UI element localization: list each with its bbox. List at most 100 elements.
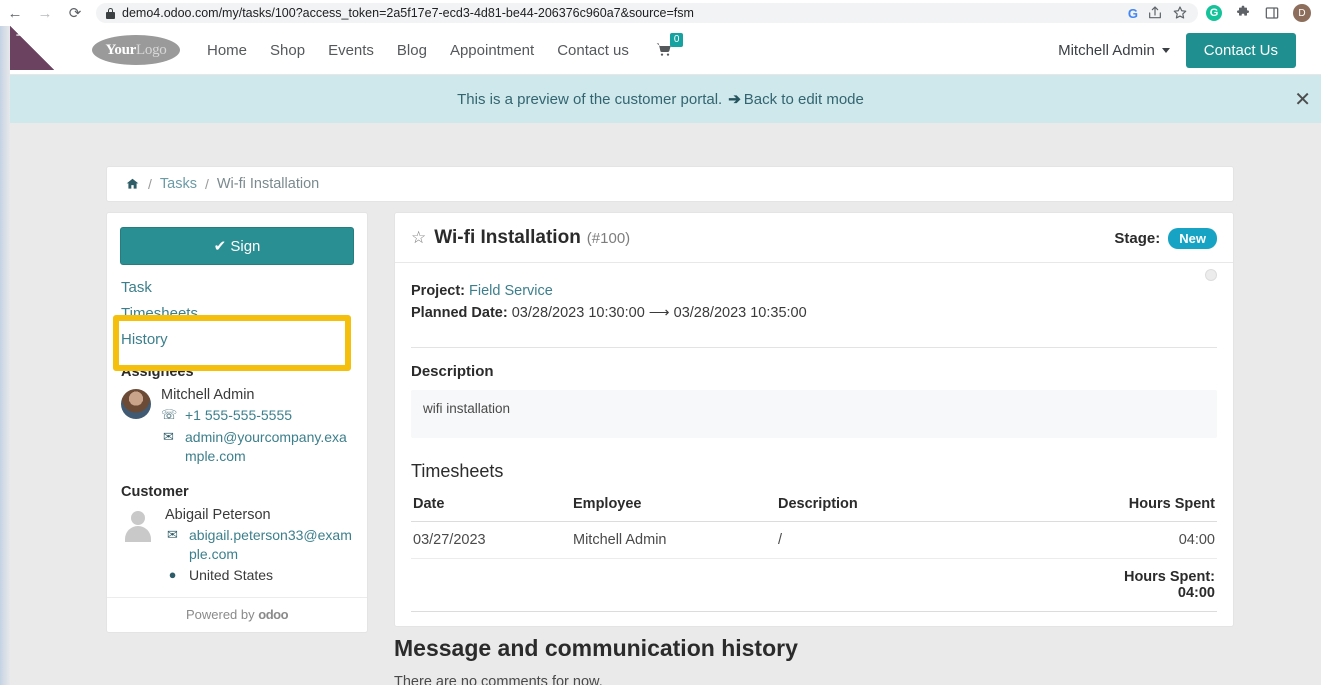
share-icon[interactable] xyxy=(1147,5,1163,21)
message-history-title: Message and communication history xyxy=(394,635,798,661)
extensions-puzzle-icon[interactable] xyxy=(1235,5,1251,21)
assignee-email: admin@yourcompany.example.com xyxy=(185,428,347,464)
cell-empty xyxy=(776,558,1087,612)
customer-country: United States xyxy=(189,567,274,584)
follower-avatar-icon[interactable] xyxy=(1205,269,1217,281)
sidebar-item-timesheets[interactable]: Timesheets xyxy=(121,305,367,322)
description-title: Description xyxy=(411,362,494,380)
close-icon[interactable]: ✕ xyxy=(1294,89,1311,109)
column-header-description: Description xyxy=(776,489,1087,522)
sign-button-label: Sign xyxy=(230,238,261,255)
arrow-right-icon: ⟶ xyxy=(648,304,670,321)
total-hours-cell: Hours Spent: 04:00 xyxy=(1087,558,1217,612)
divider xyxy=(411,346,1217,348)
nav-item-home[interactable]: Home xyxy=(207,42,247,59)
breadcrumb-item-current: Wi-fi Installation xyxy=(216,176,320,192)
cell-hours: 04:00 xyxy=(1087,521,1217,559)
powered-by-text: Powered by xyxy=(185,607,255,623)
site-logo[interactable]: Your Logo xyxy=(92,35,180,65)
nav-item-blog[interactable]: Blog xyxy=(397,42,427,59)
project-label: Project: xyxy=(411,283,465,299)
header-right-group: Mitchell Admin Contact Us xyxy=(1058,32,1321,68)
logo-light-text: Logo xyxy=(136,41,167,58)
task-reference: (#100) xyxy=(586,229,631,247)
cart-button[interactable]: 0 xyxy=(655,33,684,58)
star-outline-icon[interactable]: ☆ xyxy=(411,229,426,247)
edit-mode-ribbon[interactable]: ⌐ xyxy=(10,26,54,70)
customer-email-line[interactable]: ✉ abigail.peterson33@example.com xyxy=(165,526,353,564)
odoo-logo-text: odoo xyxy=(258,607,289,623)
nav-item-contact-us[interactable]: Contact us xyxy=(557,42,629,59)
timesheets-title: Timesheets xyxy=(411,460,504,481)
home-icon[interactable] xyxy=(125,177,140,191)
customer-name: Abigail Peterson xyxy=(165,506,271,523)
page-viewport: ⌐ Your Logo Home Shop Events Blog Appoint… xyxy=(0,26,1321,685)
nav-item-shop[interactable]: Shop xyxy=(270,42,305,59)
column-header-hours-spent: Hours Spent xyxy=(1087,489,1217,522)
planned-date-start: 03/28/2023 10:30:00 xyxy=(511,304,645,321)
website-header: ⌐ Your Logo Home Shop Events Blog Appoint… xyxy=(0,26,1321,75)
status-badge: New xyxy=(1168,227,1217,249)
user-menu-label: Mitchell Admin xyxy=(1058,41,1155,59)
cell-date: 03/27/2023 xyxy=(411,521,571,559)
task-card: ☆ Wi-fi Installation (#100) Stage: New P… xyxy=(394,212,1234,627)
back-arrow-icon[interactable]: ← xyxy=(0,0,30,26)
customer-email: abigail.peterson33@example.com xyxy=(189,526,352,562)
stage-group: Stage: New xyxy=(1114,227,1217,249)
address-bar[interactable]: demo4.odoo.com/my/tasks/100?access_token… xyxy=(96,3,1198,23)
total-hours-label: Hours Spent: xyxy=(1123,568,1215,585)
user-menu-dropdown[interactable]: Mitchell Admin xyxy=(1058,42,1170,59)
sidebar-item-task[interactable]: Task xyxy=(121,279,367,296)
chevron-down-icon xyxy=(1161,47,1170,53)
cell-employee: Mitchell Admin xyxy=(571,521,776,559)
customer-info: Abigail Peterson ✉ abigail.peterson33@ex… xyxy=(165,507,353,586)
sign-button[interactable]: ✔ Sign xyxy=(120,227,354,265)
stage-label: Stage: xyxy=(1114,229,1161,247)
reload-icon[interactable]: ⟳ xyxy=(60,0,90,26)
avatar xyxy=(121,389,151,419)
column-header-date: Date xyxy=(411,489,571,522)
bookmark-star-icon[interactable] xyxy=(1172,5,1188,21)
breadcrumb: / Tasks / Wi-fi Installation xyxy=(106,166,1234,202)
assignees-section: Assignees Mitchell Admin ☏ +1 555-555-55… xyxy=(107,354,367,466)
sidebar-links: Task Timesheets History xyxy=(107,265,367,354)
nav-item-events[interactable]: Events xyxy=(328,42,374,59)
forward-arrow-icon[interactable]: → xyxy=(30,0,60,26)
breadcrumb-item-tasks[interactable]: Tasks xyxy=(160,176,197,192)
cell-description: / xyxy=(776,521,1087,559)
customer-row: Abigail Peterson ✉ abigail.peterson33@ex… xyxy=(121,507,353,586)
customer-section: Customer Abigail Peterson ✉ abigail.pete… xyxy=(107,466,367,586)
column-header-employee: Employee xyxy=(571,489,776,522)
cart-count-badge: 0 xyxy=(669,33,684,47)
profile-avatar-icon[interactable]: D xyxy=(1293,4,1311,22)
breadcrumb-separator: / xyxy=(148,176,152,192)
sidebar-item-history[interactable]: History xyxy=(121,331,367,348)
task-card-header: ☆ Wi-fi Installation (#100) Stage: New xyxy=(395,213,1233,263)
assignee-email-line[interactable]: ✉ admin@yourcompany.example.com xyxy=(161,428,353,466)
cell-empty xyxy=(411,558,571,612)
nav-item-appointment[interactable]: Appointment xyxy=(450,42,534,59)
powered-by-footer: Powered by odoo xyxy=(107,597,367,632)
google-icon[interactable]: G xyxy=(1128,7,1138,20)
message-history-empty-text: There are no comments for now. xyxy=(394,674,603,685)
assignees-title: Assignees xyxy=(121,364,194,380)
planned-date-label: Planned Date: xyxy=(411,304,508,321)
browser-left-edge xyxy=(0,26,10,685)
table-header-row: Date Employee Description Hours Spent xyxy=(411,489,1217,522)
url-text: demo4.odoo.com/my/tasks/100?access_token… xyxy=(122,6,694,20)
assignee-phone-line[interactable]: ☏ +1 555-555-5555 xyxy=(161,406,353,425)
task-sidebar: ✔ Sign Task Timesheets History Assignees… xyxy=(106,212,368,634)
breadcrumb-separator: / xyxy=(204,176,209,192)
main-navigation: Home Shop Events Blog Appointment Contac… xyxy=(207,42,629,59)
grammarly-icon[interactable]: G xyxy=(1206,5,1222,21)
assignee-info: Mitchell Admin ☏ +1 555-555-5555 ✉ admin… xyxy=(161,387,353,466)
project-value-link[interactable]: Field Service xyxy=(469,283,553,299)
timesheets-table: Date Employee Description Hours Spent 03… xyxy=(411,489,1217,612)
phone-icon: ☏ xyxy=(161,407,178,422)
map-pin-icon: ● xyxy=(168,567,177,583)
check-icon: ✔ xyxy=(213,238,227,255)
back-to-edit-mode-link[interactable]: Back to edit mode xyxy=(744,91,864,108)
sidebar-panel-icon[interactable] xyxy=(1264,5,1280,21)
contact-us-button[interactable]: Contact Us xyxy=(1185,32,1296,68)
sign-button-wrapper: ✔ Sign xyxy=(107,227,367,265)
